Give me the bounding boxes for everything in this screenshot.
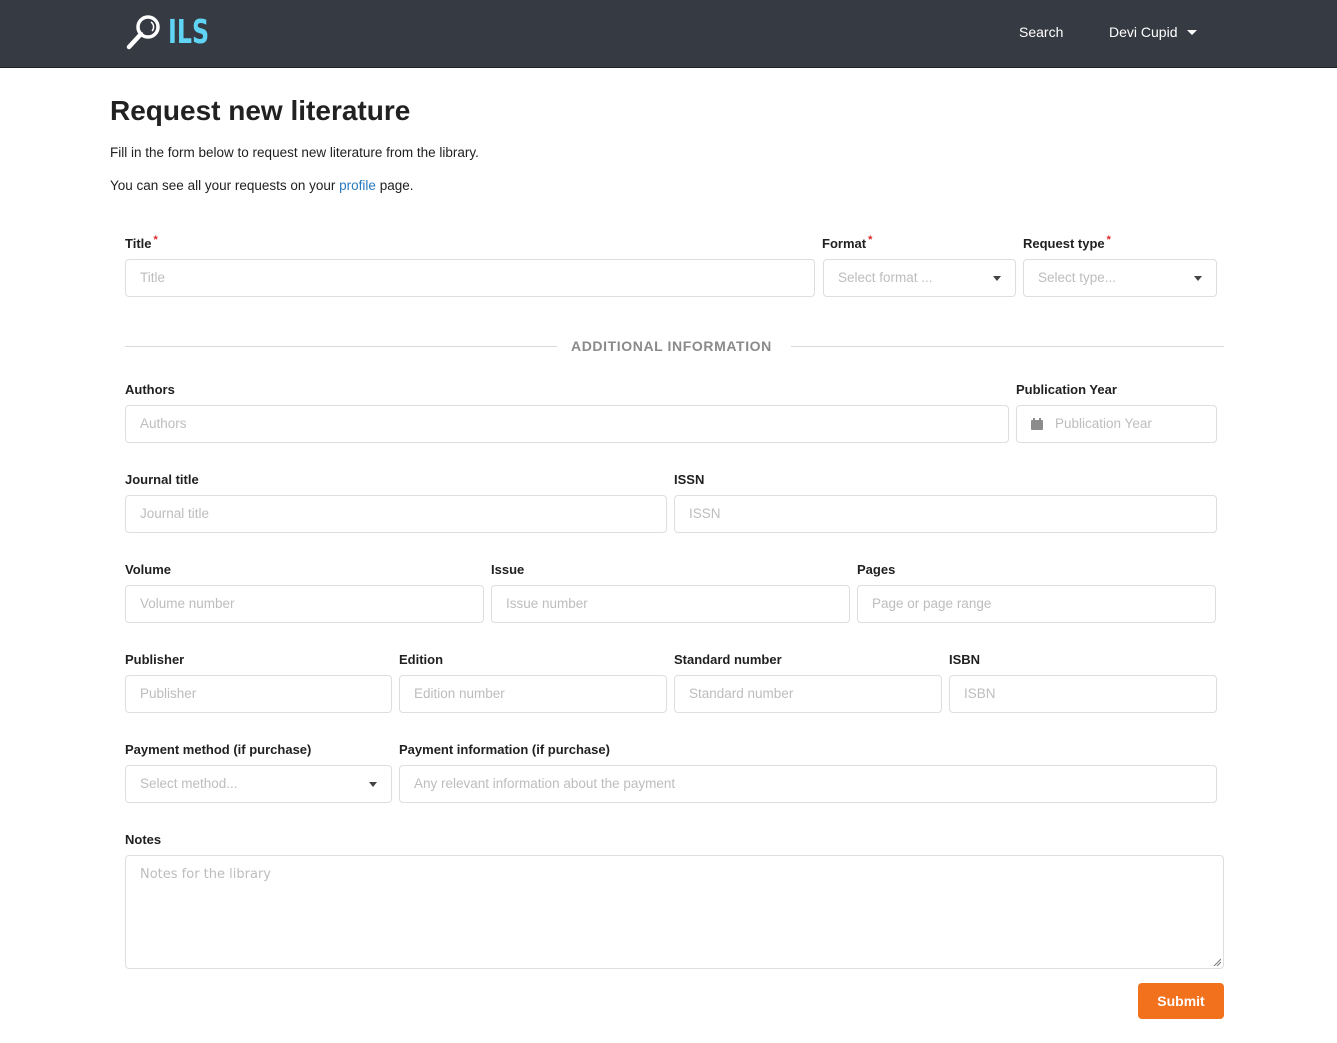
standard-number-input[interactable]: Standard number xyxy=(674,675,942,713)
profile-link[interactable]: profile xyxy=(339,178,376,193)
issn-input[interactable]: ISSN xyxy=(674,495,1217,533)
title-placeholder: Title xyxy=(140,270,166,285)
payment-method-label: Payment method (if purchase) xyxy=(125,742,312,757)
request-type-label: Request type * xyxy=(1023,234,1111,253)
request-type-label-text: Request type xyxy=(1023,236,1105,251)
nav-search-link[interactable]: Search xyxy=(1019,22,1063,42)
profile-hint-suffix: page. xyxy=(375,178,414,193)
issn-placeholder: ISSN xyxy=(689,506,721,521)
logo-text: ILS xyxy=(168,12,210,51)
publisher-input[interactable]: Publisher xyxy=(125,675,392,713)
required-mark: * xyxy=(1106,234,1111,246)
dropdown-caret-icon xyxy=(369,782,377,787)
issue-placeholder: Issue number xyxy=(506,596,588,611)
journal-title-label: Journal title xyxy=(125,472,199,487)
submit-button[interactable]: Submit xyxy=(1138,983,1224,1019)
page-title: Request new literature xyxy=(110,95,411,126)
authors-label: Authors xyxy=(125,382,175,397)
required-mark: * xyxy=(153,234,158,246)
format-label: Format * xyxy=(822,234,873,253)
isbn-placeholder: ISBN xyxy=(964,686,996,701)
divider-line-left xyxy=(125,346,557,347)
request-type-select[interactable]: Select type... xyxy=(1023,259,1217,297)
payment-info-label: Payment information (if purchase) xyxy=(399,742,610,757)
pages-label: Pages xyxy=(857,562,896,577)
title-label-text: Title xyxy=(125,236,152,251)
format-label-text: Format xyxy=(822,236,867,251)
standard-number-placeholder: Standard number xyxy=(689,686,794,701)
intro-text: Fill in the form below to request new li… xyxy=(110,145,479,160)
title-label: Title * xyxy=(125,234,158,253)
profile-hint-prefix: You can see all your requests on your xyxy=(110,178,340,193)
standard-number-label: Standard number xyxy=(674,652,782,667)
divider-line-right xyxy=(791,346,1224,347)
profile-hint: You can see all your requests on your pr… xyxy=(110,177,413,195)
payment-method-select[interactable]: Select method... xyxy=(125,765,392,803)
edition-label: Edition xyxy=(399,652,444,667)
dropdown-caret-icon xyxy=(1194,276,1202,281)
section-header-additional-info: ADDITIONAL INFORMATION xyxy=(571,338,772,354)
magnifier-logo-icon xyxy=(126,15,160,50)
journal-title-placeholder: Journal title xyxy=(140,506,210,521)
resize-handle-icon[interactable] xyxy=(1213,958,1221,966)
publisher-label: Publisher xyxy=(125,652,185,667)
calendar-icon xyxy=(1031,418,1043,430)
format-placeholder: Select format ... xyxy=(838,270,933,285)
notes-label: Notes xyxy=(125,832,162,847)
isbn-label: ISBN xyxy=(949,652,981,667)
payment-info-input[interactable]: Any relevant information about the payme… xyxy=(399,765,1217,803)
volume-placeholder: Volume number xyxy=(140,596,235,611)
pages-input[interactable]: Page or page range xyxy=(857,585,1216,623)
dropdown-caret-icon xyxy=(993,276,1001,281)
volume-label: Volume xyxy=(125,562,171,577)
notes-placeholder: Notes for the library xyxy=(140,867,271,882)
top-navbar: ILS Search Devi Cupid xyxy=(0,0,1337,68)
request-type-placeholder: Select type... xyxy=(1038,270,1117,285)
title-input[interactable]: Title xyxy=(125,259,815,297)
journal-title-input[interactable]: Journal title xyxy=(125,495,667,533)
publication-year-input[interactable]: Publication Year xyxy=(1016,405,1217,443)
edition-placeholder: Edition number xyxy=(414,686,505,701)
authors-placeholder: Authors xyxy=(140,416,187,431)
authors-input[interactable]: Authors xyxy=(125,405,1009,443)
required-mark: * xyxy=(868,234,873,246)
issn-label: ISSN xyxy=(674,472,705,487)
caret-down-icon xyxy=(1187,29,1198,35)
publisher-placeholder: Publisher xyxy=(140,686,197,701)
user-menu[interactable]: Devi Cupid xyxy=(1109,22,1198,42)
notes-textarea[interactable]: Notes for the library xyxy=(125,855,1224,969)
payment-method-placeholder: Select method... xyxy=(140,776,238,791)
isbn-input[interactable]: ISBN xyxy=(949,675,1217,713)
payment-info-placeholder: Any relevant information about the payme… xyxy=(414,776,676,791)
volume-input[interactable]: Volume number xyxy=(125,585,484,623)
publication-year-label: Publication Year xyxy=(1016,382,1117,397)
pages-placeholder: Page or page range xyxy=(872,596,992,611)
issue-label: Issue xyxy=(491,562,525,577)
user-name: Devi Cupid xyxy=(1109,24,1178,40)
edition-input[interactable]: Edition number xyxy=(399,675,667,713)
format-select[interactable]: Select format ... xyxy=(823,259,1016,297)
publication-year-placeholder: Publication Year xyxy=(1055,416,1152,431)
ils-logo[interactable]: ILS xyxy=(124,12,225,52)
issue-input[interactable]: Issue number xyxy=(491,585,850,623)
